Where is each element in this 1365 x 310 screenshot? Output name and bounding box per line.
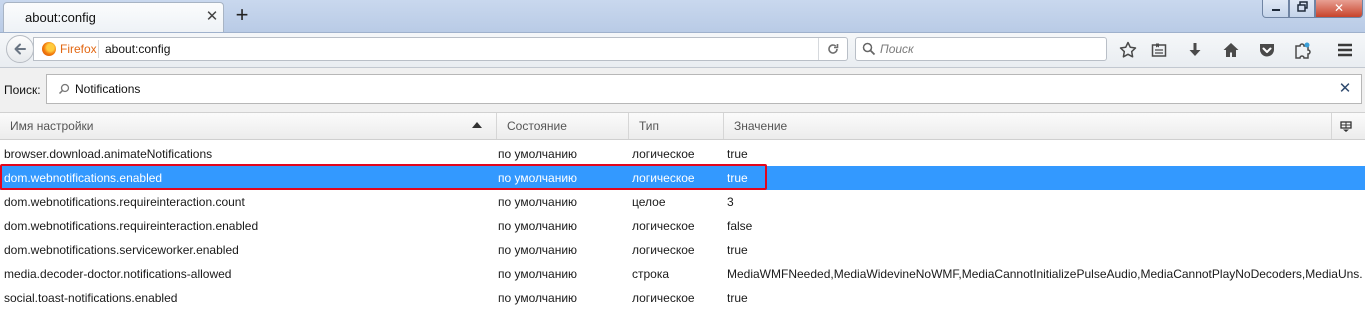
pref-name: browser.download.animateNotifications: [4, 147, 213, 161]
plus-icon[interactable]: +: [232, 4, 252, 26]
pref-status: по умолчанию: [498, 147, 578, 161]
pref-type: логическое: [632, 147, 695, 161]
reload-icon[interactable]: [818, 38, 846, 60]
column-type-label: Тип: [639, 119, 660, 133]
bookmarks-list-icon[interactable]: [1147, 39, 1171, 61]
table-row[interactable]: dom.webnotifications.requireinteraction.…: [0, 214, 1365, 238]
table-row[interactable]: browser.download.animateNotifications по…: [0, 142, 1365, 166]
table-row[interactable]: media.decoder-doctor.notifications-allow…: [0, 262, 1365, 286]
pref-type: строка: [632, 267, 670, 281]
pref-type: логическое: [632, 171, 695, 185]
prefs-list: browser.download.animateNotifications по…: [0, 142, 1365, 310]
table-row-selected[interactable]: dom.webnotifications.enabled по умолчани…: [0, 166, 1365, 190]
hamburger-menu-icon[interactable]: [1333, 39, 1357, 61]
pref-type: логическое: [632, 219, 695, 233]
pref-name: media.decoder-doctor.notifications-allow…: [4, 267, 232, 281]
search-bar[interactable]: [855, 37, 1107, 61]
pref-value: 3: [727, 195, 734, 209]
column-value-label: Значение: [734, 119, 788, 133]
pref-value: true: [727, 243, 748, 257]
pref-status: по умолчанию: [498, 243, 578, 257]
pref-value: false: [727, 219, 753, 233]
nav-bar: Firefox about:config: [0, 33, 1365, 68]
filter-row: Поиск: ✕: [0, 68, 1365, 112]
column-status[interactable]: Состояние: [497, 113, 629, 139]
pref-status: по умолчанию: [498, 291, 578, 305]
pref-type: логическое: [632, 243, 695, 257]
maximize-button[interactable]: [1289, 0, 1315, 18]
pref-status: по умолчанию: [498, 171, 578, 185]
column-picker-icon[interactable]: [1340, 121, 1352, 132]
title-bar: about:config ✕ + ✕: [0, 0, 1365, 33]
puzzle-icon[interactable]: [1291, 39, 1315, 61]
pref-status: по умолчанию: [498, 219, 578, 233]
home-icon[interactable]: [1219, 39, 1243, 61]
sort-ascending-icon: [472, 122, 482, 128]
filter-input[interactable]: [75, 80, 1275, 98]
pref-value: true: [727, 147, 748, 161]
column-name[interactable]: Имя настройки: [0, 113, 497, 139]
minimize-icon: [1271, 9, 1280, 11]
table-row[interactable]: social.toast-notifications.enabled по ум…: [0, 286, 1365, 310]
pref-status: по умолчанию: [498, 195, 578, 209]
pref-type: целое: [632, 195, 666, 209]
back-button[interactable]: [6, 35, 34, 63]
filter-box[interactable]: ✕: [46, 74, 1362, 104]
pref-value: MediaWMFNeeded,MediaWidevineNoWMF,MediaC…: [727, 267, 1363, 281]
tab-about-config[interactable]: about:config ✕: [3, 2, 224, 32]
pref-type: логическое: [632, 291, 695, 305]
download-icon[interactable]: [1183, 39, 1207, 61]
restore-icon: [1296, 1, 1308, 12]
identity-label: Firefox: [60, 42, 97, 56]
filter-label: Поиск:: [4, 83, 41, 97]
pref-status: по умолчанию: [498, 267, 578, 281]
table-row[interactable]: dom.webnotifications.serviceworker.enabl…: [0, 238, 1365, 262]
column-status-label: Состояние: [507, 119, 567, 133]
close-icon[interactable]: ✕: [204, 9, 220, 25]
search-input[interactable]: [880, 40, 1100, 58]
column-name-label: Имя настройки: [10, 119, 94, 133]
pref-name: dom.webnotifications.serviceworker.enabl…: [4, 243, 239, 257]
firefox-logo-icon: [42, 42, 56, 56]
column-value[interactable]: Значение: [724, 113, 1332, 139]
pocket-icon[interactable]: [1255, 39, 1279, 61]
pref-name: social.toast-notifications.enabled: [4, 291, 178, 305]
minimize-button[interactable]: [1262, 0, 1289, 18]
pref-name: dom.webnotifications.requireinteraction.…: [4, 195, 245, 209]
pref-name: dom.webnotifications.requireinteraction.…: [4, 219, 259, 233]
url-text[interactable]: about:config: [105, 42, 170, 56]
pref-value: true: [727, 171, 748, 185]
table-row[interactable]: dom.webnotifications.requireinteraction.…: [0, 190, 1365, 214]
column-type[interactable]: Тип: [629, 113, 724, 139]
back-arrow-icon: [14, 43, 26, 55]
clear-filter-icon[interactable]: ✕: [1337, 81, 1353, 97]
search-icon: [58, 83, 70, 95]
search-icon: [862, 42, 876, 56]
pref-name: dom.webnotifications.enabled: [4, 171, 163, 185]
column-header: Имя настройки Состояние Тип Значение: [0, 112, 1365, 140]
tab-title: about:config: [25, 10, 96, 25]
window-close-button[interactable]: ✕: [1315, 0, 1363, 18]
star-icon[interactable]: [1116, 39, 1140, 61]
pref-value: true: [727, 291, 748, 305]
divider: [98, 40, 99, 58]
url-bar[interactable]: Firefox about:config: [33, 37, 848, 61]
